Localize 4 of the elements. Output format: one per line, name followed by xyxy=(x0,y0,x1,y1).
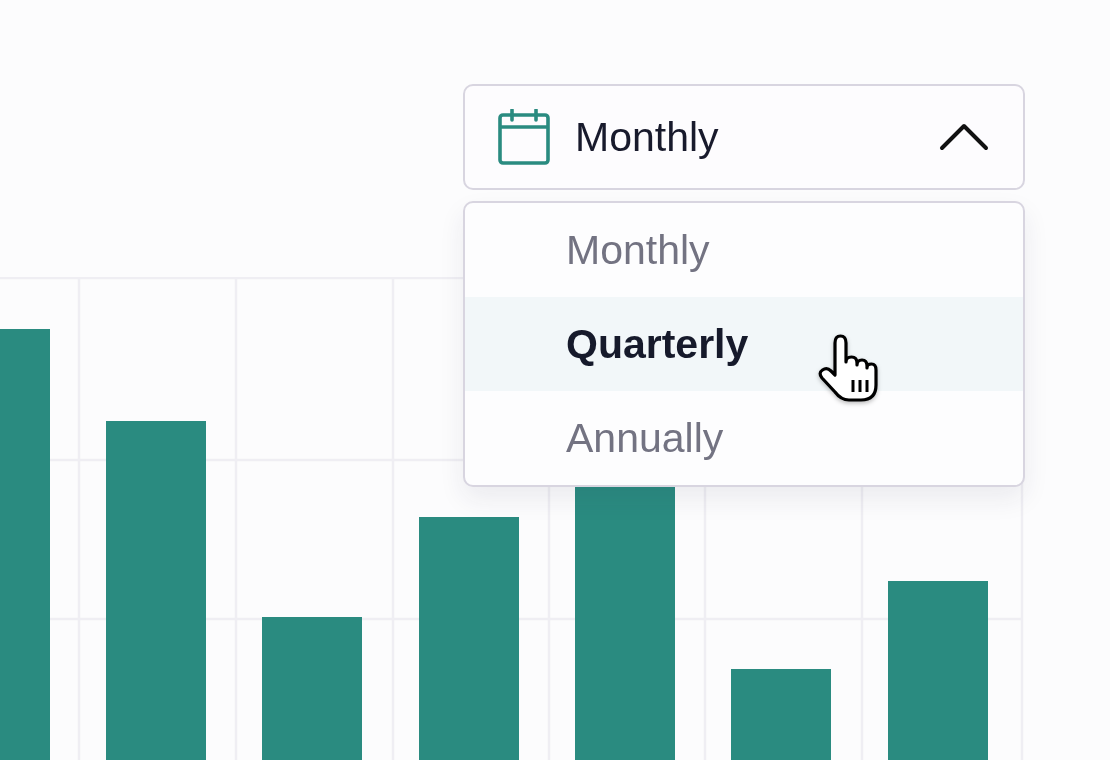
calendar-icon xyxy=(498,109,550,165)
menu-option[interactable]: Monthly xyxy=(465,203,1023,297)
chevron-up-icon xyxy=(939,123,989,151)
period-dropdown[interactable]: Monthly xyxy=(463,84,1025,190)
